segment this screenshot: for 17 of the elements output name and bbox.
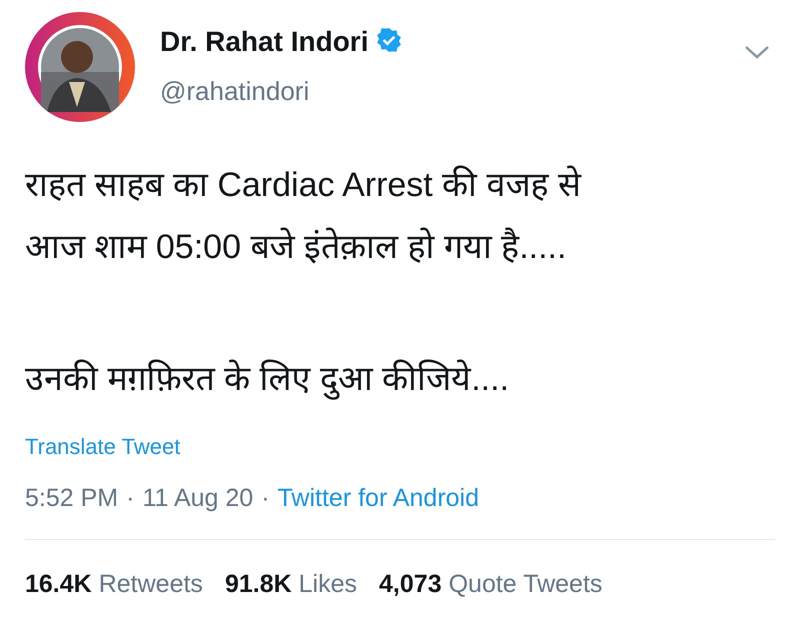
stat-count[interactable]: 91.8K: [224, 570, 292, 599]
stat-label[interactable]: Quote Tweets: [448, 570, 602, 599]
separator-dot: ·: [261, 484, 270, 513]
source-link[interactable]: Twitter for Android: [278, 484, 480, 513]
separator-dot: ·: [126, 484, 134, 513]
stat-count[interactable]: 4,073: [379, 570, 442, 599]
timestamp: 11 Aug 20: [142, 484, 254, 513]
tweet-text: उनकी मग़फ़िरत के लिए दुआ कीजिये....: [25, 358, 510, 402]
stat-label[interactable]: Likes: [298, 570, 358, 599]
timestamp: 5:52 PM: [25, 484, 118, 513]
translate-tweet-link[interactable]: Translate Tweet: [25, 434, 180, 460]
author-handle[interactable]: @rahatindori: [160, 76, 310, 107]
stat-count[interactable]: 16.4K: [25, 570, 92, 599]
tweet-text: राहत साहब का Cardiac Arrest की वजह से आज शाम 05:00 बजे इंतेक़ाल हो गया है.....: [25, 164, 582, 268]
chevron-down-icon[interactable]: [744, 44, 770, 60]
author-name[interactable]: Dr. Rahat Indori: [160, 26, 368, 58]
stat-label[interactable]: Retweets: [98, 570, 203, 599]
